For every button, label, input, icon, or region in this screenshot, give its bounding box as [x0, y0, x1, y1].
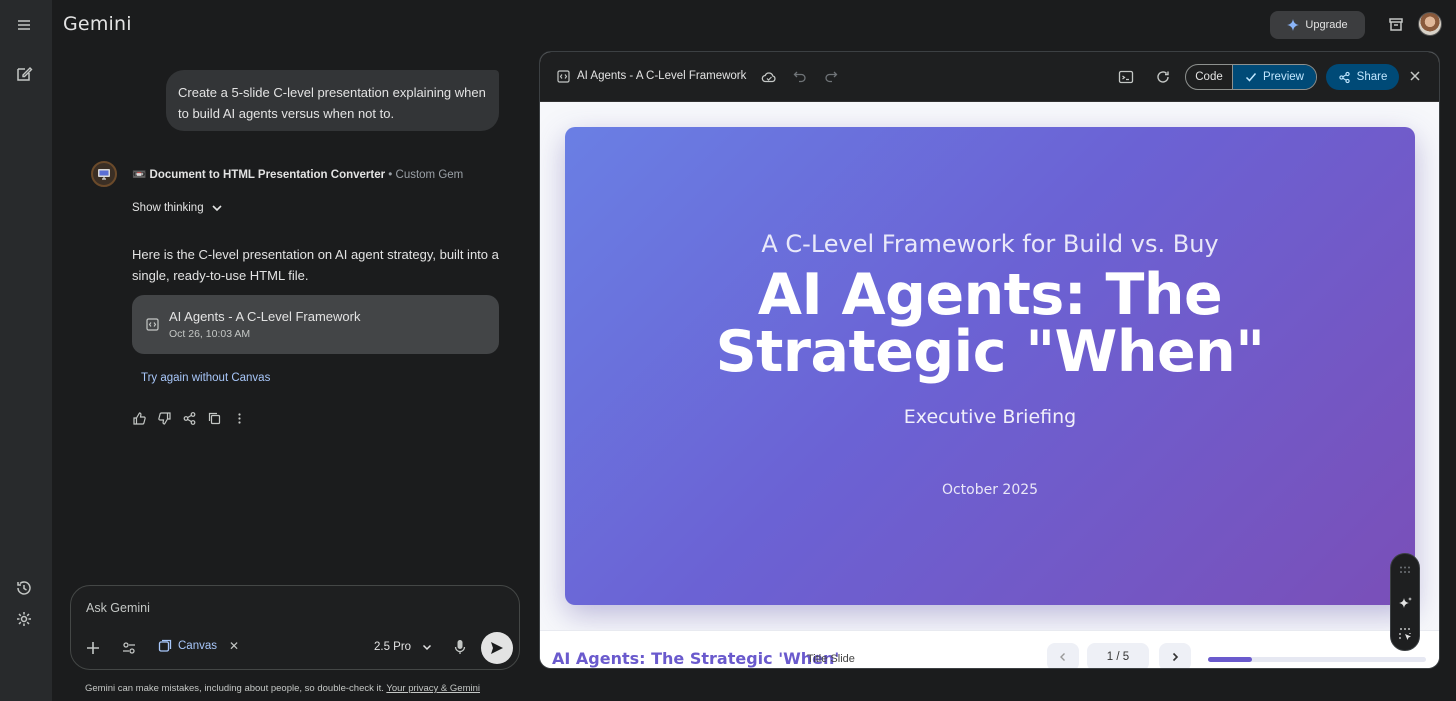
check-icon: [1246, 73, 1257, 82]
drag-handle-icon[interactable]: [1398, 565, 1412, 575]
ai-edit-sparkle-icon[interactable]: [1398, 596, 1413, 611]
redo-icon[interactable]: [824, 69, 838, 83]
console-icon[interactable]: [1118, 69, 1134, 85]
code-document-icon: [146, 318, 159, 331]
upgrade-button[interactable]: Upgrade: [1270, 11, 1365, 39]
refresh-icon[interactable]: [1155, 69, 1171, 85]
show-thinking-toggle[interactable]: Show thinking: [132, 201, 224, 215]
slide-date: October 2025: [941, 482, 1039, 498]
presentation-footer: AI Agents: The Strategic 'When' Title Sl…: [540, 630, 1439, 668]
canvas-icon: [158, 639, 172, 652]
chevron-right-icon: [1172, 652, 1179, 662]
presentation-icon: [98, 169, 110, 180]
slide-progress-fill: [1208, 657, 1252, 662]
share-icon[interactable]: [182, 411, 197, 426]
slide-briefing: Executive Briefing: [903, 406, 1077, 428]
gem-attribution: 📼 Document to HTML Presentation Converte…: [132, 167, 463, 181]
deck-title: AI Agents: The Strategic 'When': [552, 649, 840, 668]
gem-separator: •: [385, 169, 396, 181]
document-card-timestamp: Oct 26, 10:03 AM: [169, 328, 251, 340]
tools-icon[interactable]: [121, 640, 137, 656]
slide-headline: AI Agents: The Strategic "When": [715, 262, 1265, 385]
share-icon: [1338, 71, 1350, 83]
gem-name[interactable]: Document to HTML Presentation Converter: [150, 169, 386, 181]
slide-counter: 1 / 5: [1087, 643, 1149, 668]
slide-stage: A C-Level Framework for Build vs. Buy AI…: [540, 102, 1439, 630]
response-actions: [132, 411, 247, 426]
prompt-input-placeholder[interactable]: Ask Gemini: [86, 601, 150, 615]
chevron-down-icon: [423, 644, 432, 651]
canvas-chip[interactable]: Canvas ✕: [158, 639, 239, 653]
disclaimer: Gemini can make mistakes, including abou…: [85, 683, 480, 694]
canvas-panel: AI Agents - A C-Level Framework Code Pre…: [539, 51, 1440, 669]
show-thinking-label: Show thinking: [132, 202, 204, 214]
app-brand[interactable]: Gemini: [63, 13, 132, 35]
remove-canvas-icon[interactable]: ✕: [229, 639, 239, 653]
cloud-saved-icon: [761, 69, 777, 85]
preview-tab[interactable]: Preview: [1233, 65, 1316, 89]
microphone-icon[interactable]: [453, 639, 467, 655]
upgrade-label: Upgrade: [1305, 19, 1348, 31]
share-button-label: Share: [1356, 71, 1388, 83]
slide-subtitle: A C-Level Framework for Build vs. Buy: [761, 230, 1219, 258]
preview-tab-label: Preview: [1263, 71, 1304, 83]
send-button[interactable]: [481, 632, 513, 664]
gem-type: Custom Gem: [395, 169, 464, 181]
left-rail: [0, 0, 52, 701]
canvas-floating-toolbar: [1390, 553, 1420, 651]
gem-emoji-icon: 📼: [132, 169, 150, 181]
canvas-toolbar: AI Agents - A C-Level Framework Code Pre…: [540, 52, 1439, 102]
code-tab[interactable]: Code: [1186, 65, 1233, 89]
send-icon: [491, 642, 503, 654]
previous-slide-button[interactable]: [1047, 643, 1079, 668]
disclaimer-text: Gemini can make mistakes, including abou…: [85, 683, 387, 694]
archive-icon[interactable]: [1387, 15, 1405, 33]
canvas-chip-label: Canvas: [178, 640, 217, 652]
prompt-input-box[interactable]: Ask Gemini Canvas ✕ 2.5 Pro: [70, 585, 520, 670]
view-toggle: Code Preview: [1185, 64, 1317, 90]
response-text: Here is the C-level presentation on AI a…: [132, 247, 499, 283]
select-element-icon[interactable]: [1398, 627, 1413, 642]
user-avatar[interactable]: [1418, 12, 1442, 36]
model-label: 2.5 Pro: [374, 641, 412, 653]
sparkle-icon: [1287, 19, 1300, 31]
copy-icon[interactable]: [207, 411, 222, 426]
add-icon[interactable]: [85, 640, 101, 656]
activity-history-icon[interactable]: [14, 578, 34, 598]
slide-progress-bar: [1208, 657, 1426, 662]
menu-icon[interactable]: [14, 15, 34, 35]
share-button[interactable]: Share: [1326, 64, 1399, 90]
next-slide-button[interactable]: [1159, 643, 1191, 668]
canvas-document-card[interactable]: AI Agents - A C-Level Framework Oct 26, …: [132, 295, 499, 354]
thumbs-up-icon[interactable]: [132, 411, 147, 426]
document-card-title: AI Agents - A C-Level Framework: [169, 309, 361, 324]
try-again-without-canvas-link[interactable]: Try again without Canvas: [141, 372, 270, 384]
code-document-icon: [557, 70, 570, 83]
settings-icon[interactable]: [14, 609, 34, 629]
chevron-down-icon: [212, 205, 222, 212]
more-options-icon[interactable]: [232, 411, 247, 426]
new-chat-icon[interactable]: [14, 64, 34, 84]
title-slide: A C-Level Framework for Build vs. Buy AI…: [565, 127, 1415, 605]
user-prompt-bubble: Create a 5-slide C-level presentation ex…: [166, 70, 499, 131]
model-selector[interactable]: 2.5 Pro: [374, 641, 433, 653]
thumbs-down-icon[interactable]: [157, 411, 172, 426]
privacy-link[interactable]: Your privacy & Gemini: [386, 683, 480, 694]
close-icon[interactable]: [1408, 69, 1422, 83]
canvas-title[interactable]: AI Agents - A C-Level Framework: [577, 70, 746, 82]
slide-type: Title Slide: [807, 653, 855, 665]
undo-icon[interactable]: [793, 69, 807, 83]
chevron-left-icon: [1060, 653, 1065, 661]
gem-avatar: [91, 161, 117, 187]
